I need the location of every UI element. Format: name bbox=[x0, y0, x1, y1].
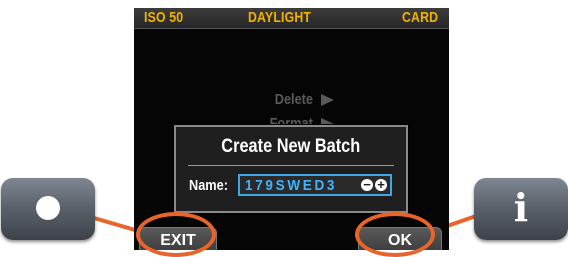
white-balance-indicator: DAYLIGHT bbox=[248, 9, 312, 26]
storage-indicator: CARD bbox=[402, 9, 439, 26]
info-icon: i bbox=[513, 185, 529, 230]
batch-name-field[interactable]: 179SWED3 − + bbox=[238, 174, 392, 196]
dialog-title: Create New Batch bbox=[221, 136, 361, 157]
batch-name-value: 179SWED3 bbox=[245, 177, 338, 194]
arrow-right-icon bbox=[321, 94, 334, 107]
left-hardware-button[interactable] bbox=[1, 178, 95, 240]
menu-item-label: Delete bbox=[274, 91, 313, 108]
minus-icon[interactable]: − bbox=[361, 178, 373, 191]
plus-icon[interactable]: + bbox=[375, 178, 387, 191]
name-label: Name: bbox=[189, 177, 228, 194]
right-hardware-button[interactable]: i bbox=[474, 178, 568, 240]
ok-highlight-oval bbox=[355, 212, 435, 257]
dot-icon bbox=[36, 196, 60, 220]
iso-indicator: ISO 50 bbox=[144, 9, 184, 26]
status-bar: ISO 50 DAYLIGHT CARD bbox=[134, 8, 449, 29]
menu-item-delete[interactable]: Delete bbox=[134, 91, 334, 109]
dialog-divider bbox=[188, 165, 394, 166]
exit-highlight-oval bbox=[136, 212, 216, 257]
create-batch-dialog: Create New Batch Name: 179SWED3 − + bbox=[174, 125, 408, 213]
